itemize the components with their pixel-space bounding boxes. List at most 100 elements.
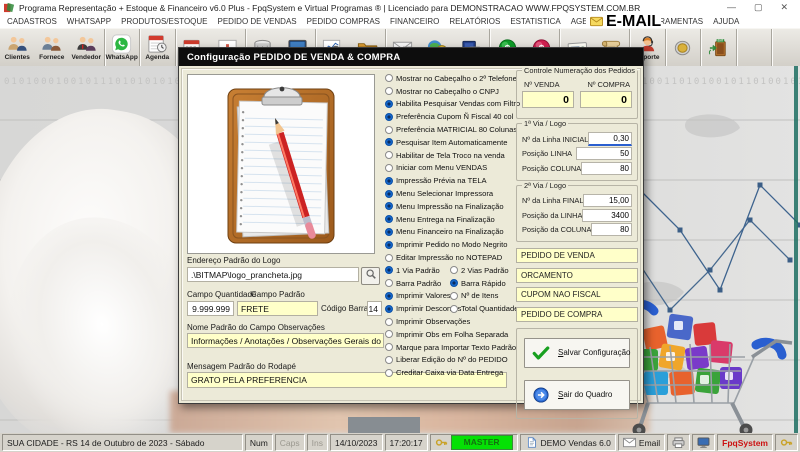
option-radio[interactable]: Menu Selecionar Impressora [385,187,515,200]
menu-item[interactable]: ESTATISTICA [505,17,565,26]
menu-item-email[interactable]: E-MAIL [586,13,661,31]
option-label: Marque para Importar Texto Padrão [396,342,517,352]
option-label: Preferência Cupom Ñ Fiscal 40 col [396,112,514,122]
via-row-input[interactable]: 3400 [582,208,632,222]
doc-type-field[interactable]: PEDIDO DE COMPRA [516,306,638,322]
toolbar-button[interactable]: Clientes [0,29,35,67]
option-radio[interactable]: Menu Impressão na Finalização [385,200,515,213]
option-radio[interactable]: Nº de Itens [450,290,515,303]
logo-path-field[interactable]: .\BITMAP\logo_prancheta.jpg [187,267,359,282]
exit-dialog-button[interactable]: Sair do Quadro [524,379,630,410]
via1-group: 1ª Via / Logo Nº da Linha INICIAL 0,30 P… [516,119,638,181]
status-bar: SUA CIDADE - RS 14 de Outubro de 2023 - … [0,433,800,452]
menu-item[interactable]: PEDIDO COMPRAS [302,17,385,26]
option-radio[interactable]: Menu Entrega na Finalização [385,213,515,226]
option-radio[interactable]: 1 Via Padrão [385,264,450,277]
radio-icon [385,87,393,96]
status-printer[interactable] [667,434,691,451]
option-radio[interactable]: Creditar Caixa via Data Entrega [385,366,515,379]
barcode-field[interactable]: 14 [367,301,382,316]
radio-icon [385,330,393,339]
menu-item[interactable]: AJUDA [708,17,744,26]
menu-item[interactable]: FINANCEIRO [385,17,444,26]
via-row-input[interactable]: 0,30 [588,132,632,147]
option-radio[interactable]: Imprimir Observações [385,315,515,328]
close-button[interactable]: ✕ [780,2,788,13]
option-radio[interactable]: Imprimir Descontos [385,302,461,315]
option-radio[interactable]: Menu Financeiro na Finalização [385,226,515,239]
minimize-button[interactable]: — [727,2,736,13]
via-row-input[interactable]: 15,00 [583,194,632,208]
window-title: Programa Representação + Estoque & Finan… [19,2,641,13]
doc-type-field[interactable]: CUPOM NAO FISCAL [516,287,638,302]
option-radio[interactable]: 2 Vias Padrão [450,264,515,277]
toolbar-button[interactable]: WhatsApp [103,29,140,67]
venda-number-field[interactable]: 0 [522,91,574,108]
menu-item[interactable]: RELATÓRIOS [444,17,505,26]
whatsapp-icon [110,34,133,54]
option-radio[interactable]: Mostrar no Cabeçalho o CNPJ [385,85,515,98]
option-radio[interactable]: Imprimir Pedido no Modo Negrito [385,238,515,251]
printer-icon [672,437,685,448]
options-list: Mostrar no Cabeçalho o 2º Telefone Mostr… [385,72,520,379]
status-email[interactable]: Email [617,434,666,451]
window-titlebar[interactable]: Programa Representação + Estoque & Finan… [0,0,800,15]
toolbar-button[interactable] [664,29,701,67]
via-row: Posição da COLUNA 80 [522,223,632,238]
option-radio[interactable]: Imprimir Obs em Folha Separada [385,328,515,341]
option-radio[interactable]: Editar Impressão no NOTEPAD [385,251,515,264]
toolbar-button[interactable]: Agenda [139,29,175,67]
menu-item[interactable]: PEDIDO DE VENDAS [213,17,302,26]
option-radio[interactable]: Total Quantidade [450,302,518,315]
compra-number-field[interactable]: 0 [580,91,632,108]
via-row: Posição LINHA 50 [522,147,632,162]
save-config-button[interactable]: Salvar Configuração [524,337,631,368]
background-gray-block [348,417,420,433]
doc-type-field[interactable]: ORCAMENTO [516,267,638,283]
status-monitor[interactable] [692,434,716,451]
option-radio[interactable]: Mostrar no Cabeçalho o 2º Telefone [385,72,517,85]
browse-logo-button[interactable] [361,267,380,285]
option-radio[interactable]: Barra Rápido [450,277,515,290]
menu-item[interactable]: CADASTROS [2,17,62,26]
maximize-button[interactable]: ▢ [754,2,763,13]
option-radio[interactable]: Habilita Pesquisar Vendas com Filtro [385,98,520,111]
option-radio[interactable]: Iniciar com Menu VENDAS [385,162,515,175]
option-label: 1 Via Padrão [396,265,440,275]
exit-icon: EXIT [707,38,730,58]
option-radio[interactable]: Liberar Edição do Nº do PEDIDO [385,354,515,367]
option-label: Editar Impressão no NOTEPAD [396,253,503,263]
option-radio[interactable]: Pesquisar Item Automaticamente [385,136,515,149]
menu-item[interactable]: PRODUTOS/ESTOQUE [116,17,212,26]
status-ins: Ins [306,434,328,451]
option-radio[interactable]: Barra Padrão [385,277,450,290]
option-radio[interactable]: Habilitar de Tela Troco na venda [385,149,515,162]
via-row-input[interactable]: 50 [576,147,632,161]
via-row-input[interactable]: 80 [591,223,632,237]
option-radio[interactable]: Impressão Prévia na TELA [385,174,515,187]
radio-icon [385,215,393,224]
toolbar-button[interactable] [771,29,800,67]
obs-field[interactable]: Informações / Anotações / Observações Ge… [187,333,384,348]
radio-icon [385,227,393,236]
agenda-icon [146,34,169,54]
toolbar-button[interactable] [735,29,772,67]
via-row-input[interactable]: 80 [581,161,632,175]
doc-type-fields: PEDIDO DE VENDA ORCAMENTO CUPOM NAO FISCAL… [516,248,638,322]
toolbar-button[interactable]: Fornece [35,29,70,67]
option-radio[interactable]: Preferência Cupom Ñ Fiscal 40 col [385,110,515,123]
option-radio[interactable]: Preferência MATRICIAL 80 Colunas [385,123,517,136]
config-dialog: Configuração PEDIDO DE VENDA & COMPRA En… [178,47,644,419]
option-radio[interactable]: Imprimir Valores [385,290,451,303]
toolbar-button[interactable]: EXIT [700,29,736,67]
doc-type-field[interactable]: PEDIDO DE VENDA [516,248,638,263]
dialog-titlebar[interactable]: Configuração PEDIDO DE VENDA & COMPRA [179,48,643,66]
venda-number-label: Nº VENDA [524,80,560,89]
qty-field[interactable]: 9.999.999 [187,301,234,316]
radio-icon [385,279,393,288]
option-radio[interactable]: Marque para Importar Texto Padrão [385,341,517,354]
toolbar-button[interactable]: Vendedor [69,29,104,67]
default-field[interactable]: FRETE [237,301,318,316]
option-label: Menu Impressão na Finalização [396,201,504,211]
menu-item[interactable]: WHATSAPP [62,17,116,26]
